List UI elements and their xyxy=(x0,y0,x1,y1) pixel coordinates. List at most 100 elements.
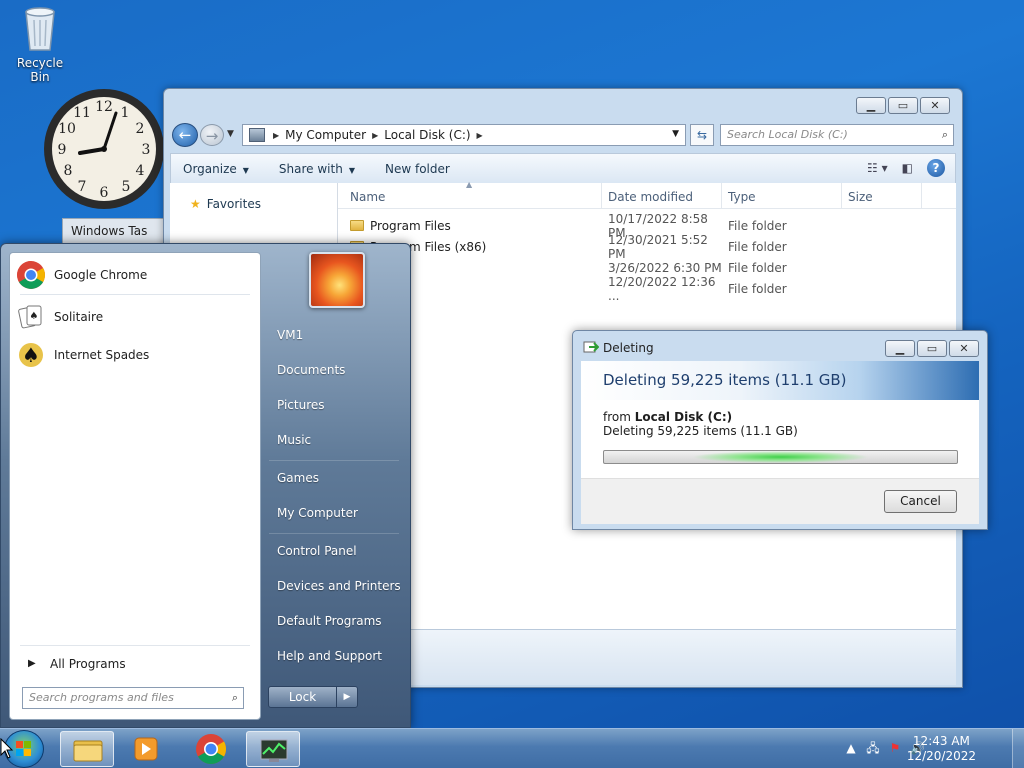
recycle-bin[interactable]: Recycle Bin xyxy=(8,6,72,84)
minimize-button[interactable]: ▁ xyxy=(856,97,886,114)
close-button[interactable]: ✕ xyxy=(920,97,950,114)
dialog-title: Deleting xyxy=(603,341,654,355)
address-dropdown-icon[interactable]: ▼ xyxy=(672,129,679,139)
view-controls: ☷ ▾ ◧ ? xyxy=(867,159,945,177)
refresh-button[interactable]: ⇆ xyxy=(690,124,714,146)
organize-label: Organize xyxy=(183,161,237,176)
network-icon[interactable]: 🖧 xyxy=(866,741,880,755)
start-search-placeholder: Search programs and files xyxy=(29,691,174,704)
share-with-button[interactable]: Share with ▼ xyxy=(279,162,355,176)
clock-gadget[interactable]: 12 12 345 678 91011 xyxy=(42,87,166,211)
cancel-button[interactable]: Cancel xyxy=(884,490,957,513)
mouse-cursor-icon xyxy=(0,738,14,759)
chrome-icon xyxy=(17,261,45,289)
taskbar-clock[interactable]: 12:43 AM 12/20/2022 xyxy=(907,734,976,764)
address-bar[interactable]: ▶ My Computer ▶ Local Disk (C:) ▶ ▼ xyxy=(242,124,686,146)
start-link-help-support[interactable]: Help and Support xyxy=(269,641,407,671)
svg-text:1: 1 xyxy=(121,105,130,121)
show-hidden-icons-icon[interactable]: ▲ xyxy=(844,741,858,755)
column-type[interactable]: Type xyxy=(722,183,842,208)
program-solitaire[interactable]: ♠ Solitaire xyxy=(16,299,103,335)
start-link-games[interactable]: Games xyxy=(269,463,407,493)
start-link-pictures[interactable]: Pictures xyxy=(269,390,407,420)
taskbar-explorer[interactable] xyxy=(60,731,114,767)
recent-pages-dropdown[interactable]: ▼ xyxy=(227,129,234,139)
table-row[interactable]: ws 12/20/2022 12:36 ... File folder xyxy=(338,275,956,303)
gadget-tab[interactable]: Windows Tas xyxy=(62,218,166,244)
breadcrumb-separator-icon[interactable]: ▶ xyxy=(372,131,378,140)
start-link-documents[interactable]: Documents xyxy=(269,355,407,385)
svg-text:5: 5 xyxy=(122,179,131,195)
gadget-tab-label: Windows Tas xyxy=(71,224,148,238)
user-picture[interactable] xyxy=(309,252,365,308)
new-folder-button[interactable]: New folder xyxy=(385,162,450,176)
separator xyxy=(20,294,250,295)
forward-button[interactable]: → xyxy=(200,124,224,146)
address-row: ← → ▼ ▶ My Computer ▶ Local Disk (C:) ▶ … xyxy=(172,123,954,147)
maximize-button[interactable]: ▭ xyxy=(888,97,918,114)
show-desktop-button[interactable] xyxy=(1012,729,1024,768)
maximize-icon: ▭ xyxy=(897,99,909,112)
start-link-my-computer[interactable]: My Computer xyxy=(269,498,407,528)
command-bar: Organize ▼ Share with ▼ New folder ☷ ▾ ◧ ? xyxy=(170,153,956,183)
dialog-minimize-button[interactable]: ▁ xyxy=(885,340,915,357)
start-search-input[interactable]: Search programs and files ⌕ xyxy=(22,687,244,709)
svg-text:10: 10 xyxy=(58,121,76,137)
svg-text:3: 3 xyxy=(142,142,151,158)
change-view-icon[interactable]: ☷ ▾ xyxy=(867,161,888,175)
breadcrumb-separator-icon[interactable]: ▶ xyxy=(477,131,483,140)
start-link-vm1[interactable]: VM1 xyxy=(269,320,407,350)
search-icon[interactable]: ⌕ xyxy=(942,128,948,142)
organize-button[interactable]: Organize ▼ xyxy=(183,162,249,176)
start-link-default-programs[interactable]: Default Programs xyxy=(269,606,407,636)
dialog-footer: Cancel xyxy=(581,478,979,524)
table-row[interactable]: Program Files (x86) 12/30/2021 5:52 PM F… xyxy=(338,233,956,261)
delete-progress-dialog[interactable]: Deleting ▁ ▭ ✕ Deleting 59,225 items (11… xyxy=(572,330,988,530)
taskbar-media-player[interactable] xyxy=(118,731,172,767)
dialog-heading: Deleting 59,225 items (11.1 GB) xyxy=(581,361,979,400)
dialog-maximize-button[interactable]: ▭ xyxy=(917,340,947,357)
search-input[interactable]: Search Local Disk (C:) ⌕ xyxy=(720,124,954,146)
column-name[interactable]: ▲ Name xyxy=(338,180,602,208)
chevron-down-icon: ▼ xyxy=(242,165,249,175)
column-type-label: Type xyxy=(728,190,756,204)
solitaire-icon: ♠ xyxy=(18,305,42,329)
help-icon[interactable]: ? xyxy=(927,159,945,177)
column-size[interactable]: Size xyxy=(842,183,922,208)
task-manager-icon xyxy=(260,739,288,762)
back-button[interactable]: ← xyxy=(172,123,198,147)
program-internet-spades[interactable]: ♠ Internet Spades xyxy=(16,337,149,373)
taskbar-task-manager[interactable] xyxy=(246,731,300,767)
program-label: Solitaire xyxy=(54,310,104,324)
recycle-bin-label: Recycle Bin xyxy=(16,56,64,84)
file-type: File folder xyxy=(728,218,787,233)
start-link-devices-printers[interactable]: Devices and Printers xyxy=(269,571,407,601)
column-date-modified[interactable]: Date modified xyxy=(602,183,722,208)
media-player-icon xyxy=(134,737,158,761)
action-center-icon[interactable]: ⚑ xyxy=(888,741,902,755)
svg-text:2: 2 xyxy=(136,121,145,137)
window-controls: ▁ ▭ ✕ xyxy=(856,97,950,114)
folder-icon xyxy=(350,220,364,231)
from-location: Local Disk (C:) xyxy=(634,410,733,424)
program-google-chrome[interactable]: Google Chrome xyxy=(16,257,147,293)
start-link-control-panel[interactable]: Control Panel xyxy=(269,536,407,566)
nav-favorites[interactable]: ★ Favorites xyxy=(190,197,261,211)
chevron-right-icon: ▶ xyxy=(28,658,36,669)
lock-button[interactable]: Lock ▶ xyxy=(268,686,358,708)
start-link-music[interactable]: Music xyxy=(269,425,407,455)
dialog-window-controls: ▁ ▭ ✕ xyxy=(885,340,979,357)
breadcrumb-my-computer[interactable]: My Computer xyxy=(285,128,366,142)
shutdown-options-icon[interactable]: ▶ xyxy=(337,687,357,707)
breadcrumb-local-disk[interactable]: Local Disk (C:) xyxy=(384,128,470,142)
program-label: Internet Spades xyxy=(54,348,150,362)
preview-pane-icon[interactable]: ◧ xyxy=(902,161,913,175)
computer-icon xyxy=(249,128,265,142)
taskbar-chrome[interactable] xyxy=(184,731,238,767)
spades-icon: ♠ xyxy=(19,343,43,367)
breadcrumb-separator-icon[interactable]: ▶ xyxy=(273,131,279,140)
all-programs-button[interactable]: ▶ All Programs xyxy=(20,645,250,675)
file-type: File folder xyxy=(728,281,787,296)
dialog-close-button[interactable]: ✕ xyxy=(949,340,979,357)
system-tray: ▲ 🖧 ⚑ 🔊 12:43 AM 12/20/2022 xyxy=(834,729,1024,768)
